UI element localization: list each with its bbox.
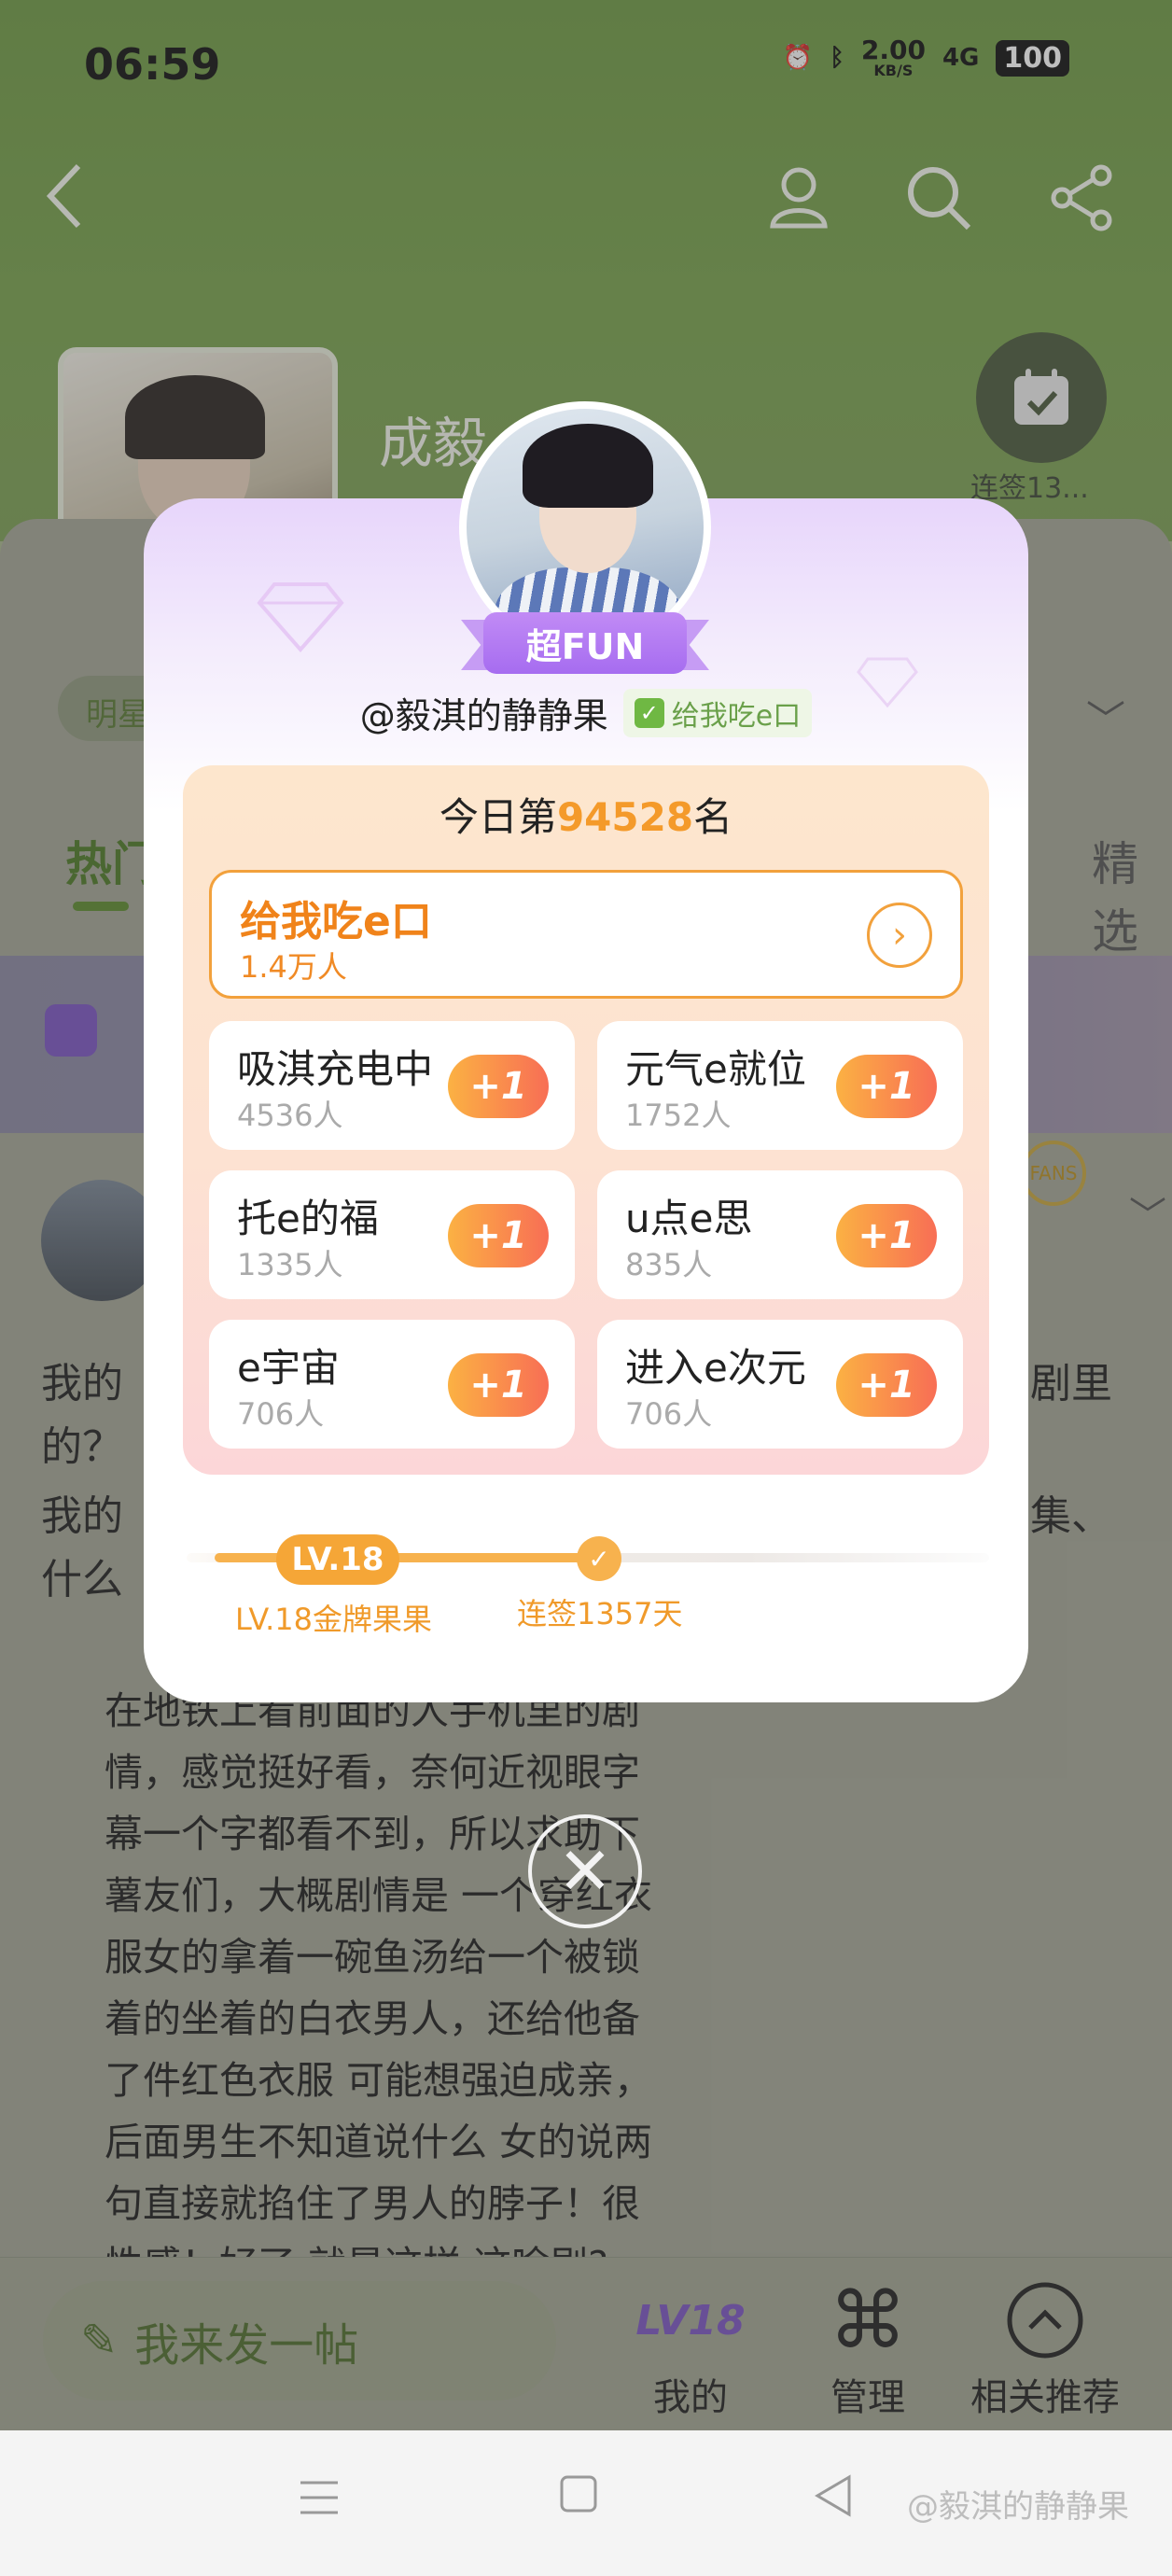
check-circle-icon: ✓: [577, 1536, 621, 1581]
join-button[interactable]: +1: [448, 1204, 549, 1267]
join-button[interactable]: +1: [448, 1055, 549, 1118]
check-icon: ✓: [634, 697, 664, 728]
group-tag: ✓ 给我吃e口: [622, 688, 813, 737]
group-card[interactable]: u点e思 835人 +1: [597, 1170, 963, 1299]
level-label: LV.18金牌果果: [235, 1602, 432, 1637]
group-card[interactable]: 元气e就位 1752人 +1: [597, 1021, 963, 1150]
group-card[interactable]: e宇宙 706人 +1: [209, 1320, 575, 1449]
chevron-right-icon[interactable]: ›: [867, 903, 932, 968]
level-pill: LV.18: [276, 1534, 399, 1585]
user-handle[interactable]: @毅淇的静静果: [360, 687, 608, 738]
signin-days-label: 连签1357天: [517, 1596, 683, 1631]
back-triangle-icon[interactable]: [812, 2473, 853, 2518]
group-card[interactable]: 进入e次元 706人 +1: [597, 1320, 963, 1449]
current-group-card[interactable]: 给我吃e口 1.4万人 ›: [209, 870, 963, 999]
system-nav-bar: @毅淇的静静果: [0, 2430, 1172, 2576]
menu-icon[interactable]: [297, 2475, 342, 2520]
diamond-icon: [257, 582, 344, 653]
super-fun-badge: 超FUN: [461, 612, 709, 674]
daily-rank: 今日第94528名: [439, 794, 733, 840]
group-card[interactable]: 吸淇充电中 4536人 +1: [209, 1021, 575, 1150]
user-line: @毅淇的静静果 ✓ 给我吃e口: [144, 687, 1028, 738]
home-icon[interactable]: [558, 2473, 599, 2514]
close-icon[interactable]: ✕: [528, 1814, 642, 1928]
watermark: @毅淇的静静果: [907, 2488, 1129, 2526]
level-progress: [215, 1553, 599, 1562]
join-button[interactable]: +1: [448, 1353, 549, 1417]
join-button[interactable]: +1: [836, 1055, 937, 1118]
current-group-count: 1.4万人: [240, 949, 347, 985]
current-group-name: 给我吃e口: [240, 898, 432, 945]
join-button[interactable]: +1: [836, 1353, 937, 1417]
join-button[interactable]: +1: [836, 1204, 937, 1267]
group-card[interactable]: 托e的福 1335人 +1: [209, 1170, 575, 1299]
